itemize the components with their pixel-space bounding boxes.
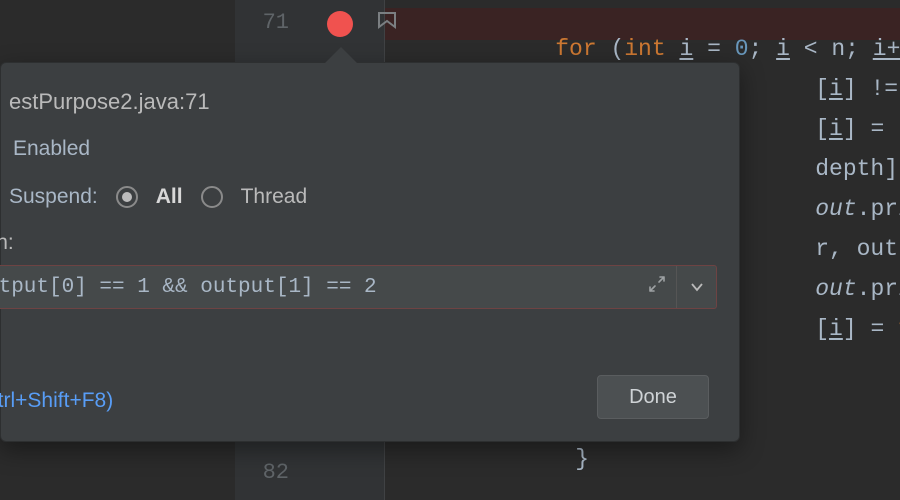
breakpoint-popup: estPurpose2.java:71 Enabled Suspend: All… — [0, 62, 740, 442]
enabled-label: Enabled — [13, 137, 90, 161]
code-token: = — [693, 36, 734, 62]
popup-title: estPurpose2.java:71 — [9, 89, 717, 115]
popup-arrow — [325, 47, 357, 63]
code-token: i — [829, 316, 843, 342]
code-token: [ — [815, 316, 829, 342]
condition-history-dropdown[interactable] — [676, 266, 716, 308]
code-token: 0 — [735, 36, 749, 62]
condition-input[interactable] — [0, 266, 638, 308]
line-number: 82 — [249, 460, 289, 485]
suspend-all-label: All — [156, 185, 183, 209]
suspend-thread-radio[interactable] — [201, 186, 223, 208]
code-token: i — [679, 36, 693, 62]
expand-icon[interactable] — [648, 275, 666, 299]
code-token: ( — [610, 36, 624, 62]
done-button[interactable]: Done — [597, 375, 709, 419]
code-token: ] = — [843, 316, 898, 342]
code-token: } — [575, 446, 589, 472]
condition-field-wrap — [0, 265, 717, 309]
more-link[interactable]: re (Ctrl+Shift+F8) — [0, 389, 113, 413]
condition-label: ndition: — [0, 231, 717, 255]
code-token: int — [624, 36, 679, 62]
suspend-all-radio[interactable] — [116, 186, 138, 208]
breakpoint-icon[interactable] — [327, 11, 353, 37]
suspend-label: Suspend: — [9, 185, 98, 209]
code-token: for — [555, 36, 610, 62]
line-number: 71 — [249, 10, 289, 35]
suspend-thread-label: Thread — [241, 185, 308, 209]
